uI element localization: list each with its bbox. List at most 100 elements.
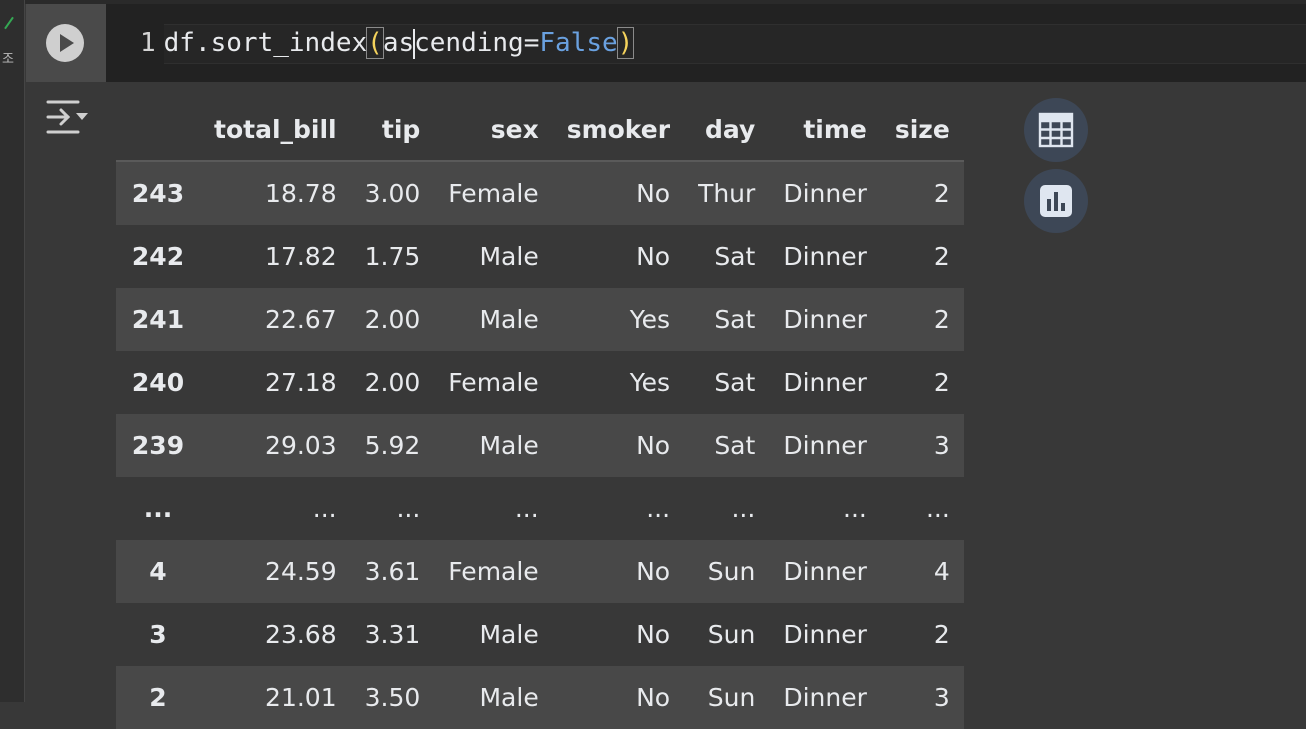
column-header: size [880,98,964,162]
table-cell: Male [479,305,539,334]
table-cell: 2.00 [364,305,421,334]
code-function: df.sort_index [163,28,368,58]
table-cell: Yes [629,368,671,397]
table-cell: Dinner [783,557,867,586]
code-arg-start: as [382,28,415,58]
table-icon [1038,112,1074,148]
table-cell: 3 [933,431,950,460]
table-row: ........................ [116,477,964,540]
output-collapse-icon[interactable] [44,98,90,136]
table-cell: Male [479,431,539,460]
table-cell: Dinner [783,305,867,334]
table-cell: Dinner [783,620,867,649]
table-row: 239 29.03 5.92 Male No Sat Dinner 3 [116,414,964,477]
table-cell: Sat [714,431,756,460]
table-cell: Dinner [783,431,867,460]
table-row: 2 21.01 3.50 Male No Sun Dinner 3 [116,666,964,729]
table-row: 243 18.78 3.00 Female No Thur Dinner 2 [116,161,964,225]
table-cell: No [636,683,671,712]
table-cell: 29.03 [265,431,337,460]
row-index: 241 [131,305,185,334]
table-cell: Female [448,368,539,397]
row-index: 4 [149,557,167,586]
table-cell: Dinner [783,683,867,712]
table-cell: 3.31 [364,620,421,649]
code-keyword: False [539,28,618,58]
column-header: time [769,98,881,162]
row-index: ... [143,494,173,523]
table-cell: 2 [933,620,950,649]
table-cell: No [636,242,671,271]
table-cell: 2 [933,179,950,208]
table-header-row: total_bill tip sex smoker day time size [116,98,964,162]
table-cell: Male [479,242,539,271]
table-cell: 23.68 [265,620,337,649]
row-index: 3 [149,620,167,649]
table-cell: ... [396,494,421,523]
table-cell: Yes [629,305,671,334]
table-cell: 21.01 [265,683,337,712]
open-bracket: ( [366,27,384,59]
table-row: 242 17.82 1.75 Male No Sat Dinner 2 [116,225,964,288]
table-cell: 3.61 [364,557,421,586]
table-cell: 3.00 [364,179,421,208]
index-header [116,98,200,162]
table-cell: ... [646,494,671,523]
table-cell: Female [448,179,539,208]
execution-status-text: 조 [2,52,14,67]
table-cell: No [636,620,671,649]
table-cell: ... [731,494,756,523]
table-cell: Dinner [783,368,867,397]
table-cell: No [636,557,671,586]
table-cell: Male [479,620,539,649]
row-index: 242 [131,242,185,271]
column-header: total_bill [200,98,351,162]
column-header: smoker [552,98,685,162]
close-bracket: ) [616,27,635,59]
table-cell: Sat [714,305,756,334]
table-cell: Sat [714,368,756,397]
table-cell: 3.50 [364,683,421,712]
table-row: 240 27.18 2.00 Female Yes Sat Dinner 2 [116,351,964,414]
table-cell: ... [514,494,539,523]
table-cell: Dinner [783,242,867,271]
bar-chart-icon [1040,185,1072,217]
run-cell-button[interactable] [46,24,84,62]
row-index: 240 [131,368,185,397]
run-area [26,4,106,82]
table-cell: 22.67 [265,305,337,334]
table-cell: No [636,431,671,460]
code-editor[interactable]: 1 df.sort_index(ascending=False) [106,4,1306,82]
column-header: day [684,98,770,162]
table-row: 241 22.67 2.00 Male Yes Sat Dinner 2 [116,288,964,351]
line-number: 1 [140,28,156,58]
column-header: sex [434,98,553,162]
chart-suggestion-button[interactable] [1024,169,1088,233]
row-index: 239 [131,431,185,460]
row-index: 2 [149,683,167,712]
table-cell: 24.59 [265,557,337,586]
table-cell: 17.82 [265,242,337,271]
table-cell: No [636,179,671,208]
table-cell: Male [479,683,539,712]
table-cell: 1.75 [364,242,421,271]
code-line[interactable]: 1 df.sort_index(ascending=False) [140,26,635,60]
table-cell: Sun [707,557,756,586]
table-cell: Sun [707,683,756,712]
table-cell: Female [448,557,539,586]
left-gutter: 조 [0,0,25,702]
table-cell: 2 [933,305,950,334]
dataframe-table: total_bill tip sex smoker day time size 243 18.… [116,98,964,729]
table-cell: 4 [933,557,950,586]
column-header: tip [350,98,435,162]
table-cell: Sat [714,242,756,271]
table-row: 4 24.59 3.61 Female No Sun Dinner 4 [116,540,964,603]
table-view-button[interactable] [1024,98,1088,162]
table-cell: 5.92 [364,431,421,460]
table-cell: ... [312,494,337,523]
table-cell: 3 [933,683,950,712]
table-cell: ... [843,494,867,523]
table-row: 3 23.68 3.31 Male No Sun Dinner 2 [116,603,964,666]
row-index: 243 [131,179,185,208]
table-cell: 2 [933,368,950,397]
